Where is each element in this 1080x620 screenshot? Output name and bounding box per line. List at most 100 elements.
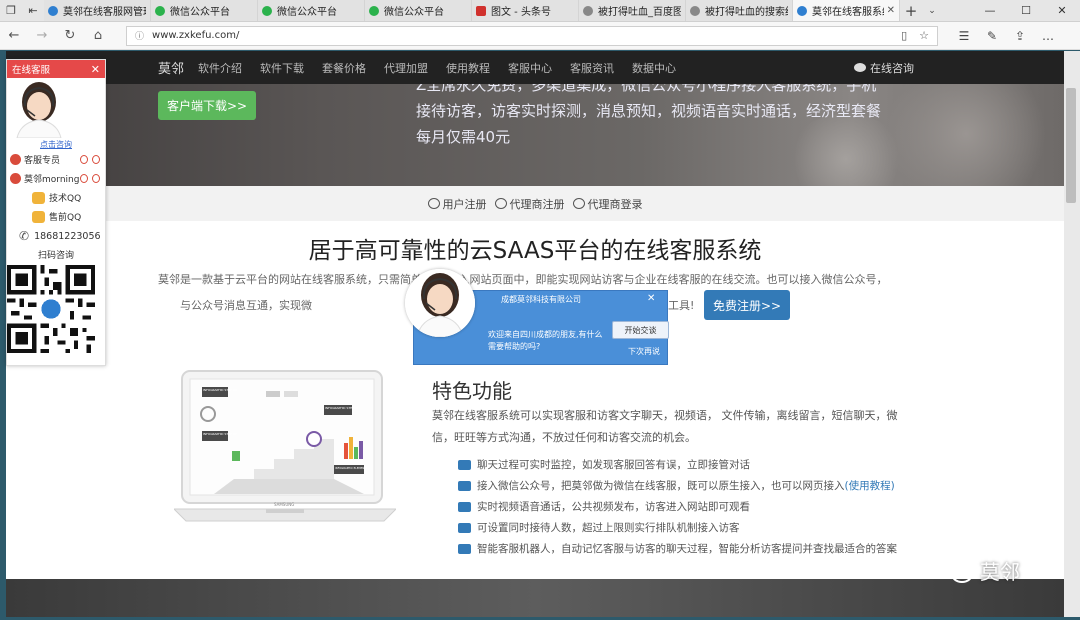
user-register-link[interactable]: 用户注册 (427, 196, 487, 212)
step02-label: INFOGRAPHIC STEP 02 (203, 432, 237, 436)
forward-icon[interactable]: → (28, 28, 56, 43)
feature-icon (458, 543, 471, 554)
favorite-star-icon[interactable]: ☆ (919, 29, 929, 42)
intro-line-2: 与公众号消息互通，实现微 (180, 299, 312, 312)
register-bar: 用户注册 代理商注册 代理商登录 (6, 186, 1064, 221)
presales-qq-link[interactable]: 售前QQ (7, 207, 105, 226)
site-nav-link[interactable]: 客服资讯 (570, 60, 614, 76)
hero-banner: 客户端下载>> Z全席永久免费，多渠道集成，微信公众号小程序接入客服系统，手机 … (6, 84, 1064, 186)
invite-company: 成都莫邻科技有限公司 (501, 295, 581, 304)
client-download-button[interactable]: 客户端下载>> (158, 91, 256, 120)
browser-tab[interactable]: 微信公众平台 (258, 0, 365, 21)
browser-tab-bar: ❐ ⇤ 莫邻在线客服网管理! 微信公众平台 微信公众平台 微信公众平台 图文 - 头条号… (0, 0, 1080, 22)
browser-tab[interactable]: 微信公众平台 (365, 0, 472, 21)
phone-number: 18681223056 (34, 230, 101, 242)
reading-view-icon[interactable]: ▯ (901, 29, 907, 42)
tab-overview-icon[interactable]: ❐ (0, 0, 22, 21)
site-nav-link[interactable]: 使用教程 (446, 60, 490, 76)
maximize-icon[interactable]: ☐ (1008, 0, 1044, 21)
tab-favicon-icon (476, 5, 486, 16)
site-logo[interactable]: 莫邻 (158, 58, 184, 77)
scrollbar-thumb[interactable] (1066, 88, 1076, 203)
refresh-icon[interactable]: ↻ (56, 28, 84, 43)
intro-line-1: 莫邻是一款基于云平台的网站在线客服系统，只需简单 代码嵌入网站页面中，即能实现网… (158, 273, 888, 286)
chat-icon[interactable] (92, 155, 100, 164)
agent-row[interactable]: 莫邻morning (7, 169, 105, 188)
browser-tab[interactable]: 莫邻在线客服网管理! (44, 0, 151, 21)
feature-icon (458, 459, 471, 470)
agent-avatar-icon (10, 154, 21, 165)
click-consult-link[interactable]: 点击咨询 (7, 139, 105, 150)
tab-title: 微信公众平台 (170, 7, 230, 18)
browser-tab[interactable]: 被打得吐血_百度图片 (579, 0, 686, 21)
address-bar[interactable]: ⓘ www.zxkefu.com/ ▯ ☆ (126, 25, 938, 46)
cs-widget-close-icon[interactable]: ✕ (91, 63, 100, 76)
site-nav-link[interactable]: 软件介绍 (198, 60, 242, 76)
laptop-brand: SAMSUNG (274, 502, 294, 507)
online-consult-label: 在线咨询 (870, 61, 914, 75)
favorites-hub-icon[interactable]: ☰ (950, 29, 978, 43)
new-tab-button[interactable]: + (900, 0, 922, 21)
start-chat-button[interactable]: 开始交谈 (612, 321, 669, 339)
user-icon (572, 198, 585, 209)
step01-label: INFOGRAPHIC STEP 01 (325, 406, 359, 410)
message-icon[interactable] (80, 174, 88, 183)
site-nav-link[interactable]: 代理加盟 (384, 60, 428, 76)
tutorial-link[interactable]: (使用教程) (845, 478, 895, 493)
agent-avatar[interactable] (7, 80, 71, 139)
agent-register-link[interactable]: 代理商注册 (494, 196, 565, 212)
feature-text: 聊天过程可实时监控，如发现客服回答有误，立即接管对话 (477, 459, 750, 471)
free-register-button[interactable]: 免费注册>> (704, 290, 790, 320)
browser-tab[interactable]: 被打得吐血的搜索结! (686, 0, 793, 21)
phone-row: ✆ 18681223056 (7, 226, 105, 246)
qq-icon (32, 210, 45, 223)
feature-list: 聊天过程可实时监控，如发现客服回答有误，立即接管对话接入微信公众号，把莫邻做为微… (458, 454, 918, 559)
message-icon[interactable] (80, 155, 88, 164)
info-icon[interactable]: ⓘ (135, 29, 144, 42)
share-icon[interactable]: ⇪ (1006, 29, 1034, 43)
tab-title: 莫邻在线客服网管理! (63, 7, 146, 18)
site-nav-link[interactable]: 套餐价格 (322, 60, 366, 76)
tab-dropdown-icon[interactable]: ⌄ (922, 0, 942, 21)
user-add-icon (427, 198, 440, 209)
later-link[interactable]: 下次再说 (628, 346, 660, 357)
online-consult-link[interactable]: 在线咨询 (854, 60, 914, 76)
tab-favicon-icon (369, 5, 379, 16)
invite-close-icon[interactable]: ✕ (647, 293, 655, 304)
browser-nav-bar: ← → ↻ ⌂ ⓘ www.zxkefu.com/ ▯ ☆ ☰ ✎ ⇪ … (0, 22, 1080, 50)
tab-title: 微信公众平台 (277, 7, 337, 18)
agent-row[interactable]: 客服专员 (7, 150, 105, 169)
tab-close-icon[interactable]: ✕ (887, 5, 895, 16)
cs-widget-header: 在线客服 ✕ (7, 60, 105, 78)
url-text[interactable]: www.zxkefu.com/ (152, 30, 239, 41)
set-aside-tabs-icon[interactable]: ⇤ (22, 0, 44, 21)
browser-tab[interactable]: 莫邻在线客服系统✕ (793, 0, 900, 21)
feature-text: 智能客服机器人，自动记忆客服与访客的聊天过程，智能分析访客提问并查找最适合的答案 (477, 543, 897, 555)
site-nav-link[interactable]: 数据中心 (632, 60, 676, 76)
back-icon[interactable]: ← (0, 28, 28, 43)
browser-tab[interactable]: 图文 - 头条号 (472, 0, 579, 21)
feature-item: 实时视频语音通话，公共视频发布，访客进入网站即可观看 (458, 496, 918, 517)
feature-item: 接入微信公众号，把莫邻做为微信在线客服，既可以原生接入，也可以网页接入 (使用教程… (458, 475, 918, 496)
tech-qq-link[interactable]: 技术QQ (7, 188, 105, 207)
agent-login-link[interactable]: 代理商登录 (572, 196, 643, 212)
pen-icon[interactable]: ✎ (978, 29, 1006, 43)
tab-favicon-icon (155, 5, 165, 16)
step03-label: INFOGRAPHIC STEP 03 (203, 388, 237, 392)
chat-icon[interactable] (92, 174, 100, 183)
site-nav: 莫邻 软件介绍 软件下载 套餐价格 代理加盟 使用教程 客服中心 客服资讯 数据中心 在线咨询 (6, 51, 1064, 84)
main-title: 居于高可靠性的云SAAS平台的在线客服系统 (308, 238, 762, 264)
tab-title: 被打得吐血_百度图片 (598, 7, 681, 18)
more-icon[interactable]: … (1034, 29, 1062, 43)
elements-label: INFOGRAPHIC ELEMENTS (335, 466, 368, 470)
site-nav-link[interactable]: 软件下载 (260, 60, 304, 76)
browser-tab[interactable]: 微信公众平台 (151, 0, 258, 21)
home-icon[interactable]: ⌂ (84, 28, 112, 43)
user-circle-icon (494, 198, 507, 209)
tab-title: 图文 - 头条号 (491, 7, 551, 18)
invite-message: 欢迎来自四川成都的朋友,有什么需要帮助的吗? (488, 330, 603, 351)
window-close-icon[interactable]: ✕ (1044, 0, 1080, 21)
site-nav-link[interactable]: 客服中心 (508, 60, 552, 76)
minimize-icon[interactable]: — (972, 0, 1008, 21)
qr-code (7, 265, 95, 353)
